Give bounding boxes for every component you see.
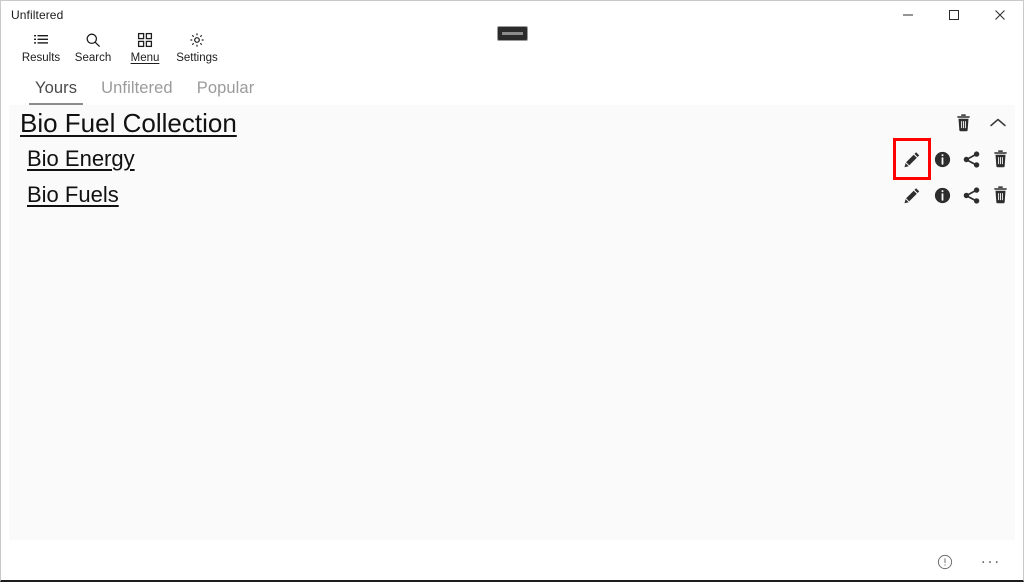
delete-item-button[interactable] <box>986 181 1015 209</box>
command-bar: Results Search Menu Settings <box>9 31 1015 71</box>
collection-actions <box>945 105 1015 141</box>
pencil-icon <box>904 151 921 168</box>
minimize-icon <box>902 9 914 21</box>
command-item-menu[interactable]: Menu <box>119 31 171 65</box>
window-controls <box>885 1 1023 29</box>
list-icon <box>33 31 49 49</box>
share-icon <box>963 186 981 204</box>
title-bar: Unfiltered <box>1 1 1023 41</box>
close-button[interactable] <box>977 1 1023 29</box>
share-item-button[interactable] <box>957 145 986 173</box>
collapse-collection-button[interactable] <box>981 109 1015 137</box>
info-item-button[interactable] <box>928 181 957 209</box>
app-window: Unfiltered Results Search Menu Settings … <box>0 0 1024 582</box>
tab-popular[interactable]: Popular <box>185 79 267 98</box>
command-item-label: Search <box>74 52 112 64</box>
more-options-button[interactable]: ... <box>977 548 1005 576</box>
ellipsis-icon: ... <box>980 548 1002 567</box>
minimize-button[interactable] <box>885 1 931 29</box>
tab-bar: Yours Unfiltered Popular <box>9 75 267 105</box>
tab-yours[interactable]: Yours <box>23 79 89 105</box>
item-title: Bio Energy <box>27 146 135 171</box>
list-item[interactable]: Bio Energy <box>9 138 1015 180</box>
info-circle-icon <box>937 554 953 570</box>
item-actions <box>893 138 1015 180</box>
item-actions <box>896 177 1015 213</box>
search-icon <box>85 31 101 49</box>
trash-icon <box>955 114 972 132</box>
info-status-button[interactable] <box>931 548 959 576</box>
status-bar: ... <box>9 544 1015 580</box>
command-item-search[interactable]: Search <box>67 31 119 65</box>
trash-icon <box>992 150 1009 168</box>
command-item-label: Settings <box>176 52 218 64</box>
item-title: Bio Fuels <box>27 182 119 207</box>
collection-list: Bio Fuel Collection Bio Energy Bio Fuels <box>9 105 1015 540</box>
share-item-button[interactable] <box>957 181 986 209</box>
tab-unfiltered[interactable]: Unfiltered <box>89 79 185 98</box>
command-item-settings[interactable]: Settings <box>171 31 223 65</box>
maximize-icon <box>948 9 960 21</box>
info-icon <box>934 151 951 168</box>
command-item-label: Results <box>21 52 61 64</box>
close-icon <box>994 9 1006 21</box>
info-item-button[interactable] <box>928 145 957 173</box>
pencil-icon <box>904 187 921 204</box>
chevron-up-icon <box>989 117 1007 129</box>
collection-header-row[interactable]: Bio Fuel Collection <box>9 105 1015 141</box>
gear-icon <box>189 31 205 49</box>
delete-collection-button[interactable] <box>945 109 981 137</box>
maximize-button[interactable] <box>931 1 977 29</box>
list-item[interactable]: Bio Fuels <box>9 177 1015 213</box>
command-item-results[interactable]: Results <box>15 31 67 65</box>
trash-icon <box>992 186 1009 204</box>
collection-title: Bio Fuel Collection <box>20 108 237 138</box>
edit-item-button[interactable] <box>896 181 928 209</box>
share-icon <box>963 150 981 168</box>
edit-item-button[interactable] <box>893 138 931 180</box>
command-item-label: Menu <box>130 52 160 64</box>
delete-item-button[interactable] <box>986 145 1015 173</box>
info-icon <box>934 187 951 204</box>
window-title: Unfiltered <box>11 8 64 22</box>
grid-icon <box>137 31 153 49</box>
